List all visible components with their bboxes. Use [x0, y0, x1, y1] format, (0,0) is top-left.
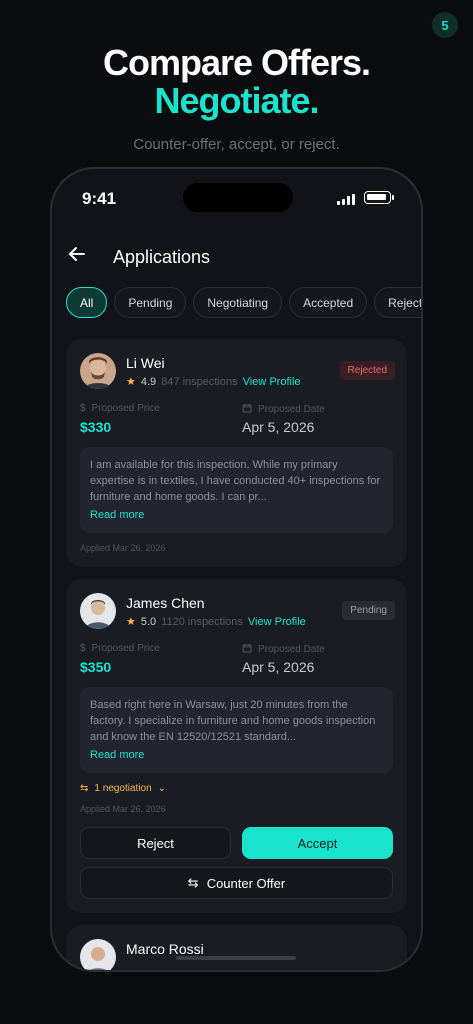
star-icon: ★	[126, 376, 136, 388]
price-label-text: Proposed Price	[91, 403, 160, 414]
applicant-meta: ★ 5.0 1120 inspections View Profile	[126, 615, 306, 629]
message-text: Based right here in Warsaw, just 20 minu…	[90, 699, 376, 743]
rating-value: 5.0	[140, 615, 157, 628]
view-profile-link[interactable]: View Profile	[248, 616, 306, 628]
filter-pending[interactable]: Pending	[114, 287, 187, 318]
reject-label: Reject	[137, 835, 174, 851]
hero-accent-title: Negotiate.	[154, 80, 319, 121]
status-badge: Pending	[342, 601, 395, 620]
filter-accepted[interactable]: Accepted	[289, 287, 368, 318]
application-card: Marco Rossi	[66, 925, 407, 970]
battery-icon	[364, 191, 394, 204]
step-badge: 5	[432, 12, 458, 38]
proposed-price: $350	[80, 659, 112, 675]
avatar[interactable]	[80, 593, 116, 629]
star-icon: ★	[126, 616, 136, 628]
filter-all[interactable]: All	[66, 287, 108, 318]
inspection-count: 1120 inspections	[161, 615, 243, 628]
filter-negotiating[interactable]: Negotiating	[193, 287, 283, 318]
calendar-icon	[242, 643, 252, 656]
message-text: I am available for this inspection. Whil…	[90, 459, 381, 503]
accept-label: Accept	[297, 835, 338, 851]
calendar-icon	[242, 403, 252, 416]
negotiation-toggle[interactable]: ⇆ 1 negotiation ⌄	[80, 783, 166, 794]
chevron-down-icon: ⌄	[157, 783, 167, 794]
read-more-link[interactable]: Read more	[90, 509, 383, 521]
hero-title: Compare Offers.	[102, 42, 371, 83]
price-label-text: Proposed Price	[91, 643, 160, 654]
avatar[interactable]	[80, 353, 116, 389]
inspection-count: 847 inspections	[161, 375, 238, 388]
proposed-price: $330	[80, 419, 112, 435]
date-label: Proposed Date	[242, 643, 325, 656]
dynamic-island	[183, 183, 293, 212]
applicant-meta: ★ 4.9 847 inspections View Profile	[126, 375, 301, 389]
swap-icon: ⇆	[187, 875, 199, 890]
filter-rejected[interactable]: Rejected	[374, 287, 421, 318]
counter-offer-label: Counter Offer	[206, 875, 286, 891]
date-label: Proposed Date	[242, 403, 325, 416]
applicant-name: James Chen	[126, 595, 205, 611]
read-more-link[interactable]: Read more	[90, 749, 383, 761]
date-label-text: Proposed Date	[258, 644, 325, 655]
filter-chips: All Pending Negotiating Accepted Rejecte…	[66, 287, 421, 318]
date-label-text: Proposed Date	[258, 404, 325, 415]
arrow-left-icon[interactable]	[66, 243, 88, 265]
applied-date: Applied Mar 26, 2026	[80, 804, 166, 814]
proposed-date: Apr 5, 2026	[242, 419, 315, 435]
avatar[interactable]	[80, 939, 116, 970]
application-message: Based right here in Warsaw, just 20 minu…	[80, 687, 393, 773]
application-message: I am available for this inspection. Whil…	[80, 447, 393, 533]
swap-icon: ⇆	[80, 783, 89, 794]
price-label: $ Proposed Price	[80, 643, 160, 654]
view-profile-link[interactable]: View Profile	[243, 376, 301, 388]
dollar-icon: $	[80, 403, 86, 414]
negotiation-count: 1 negotiation	[94, 783, 152, 794]
app-header: Applications	[52, 239, 421, 279]
application-card: James Chen ★ 5.0 1120 inspections View P…	[66, 579, 407, 913]
counter-offer-button[interactable]: ⇆ Counter Offer	[80, 867, 393, 899]
status-bar: 9:41	[52, 169, 421, 223]
applicant-name: Marco Rossi	[126, 941, 204, 957]
applicant-name: Li Wei	[126, 355, 165, 371]
hero-subtitle: Counter-offer, accept, or reject.	[133, 136, 340, 153]
page-title: Applications	[113, 247, 211, 267]
signal-icon	[337, 194, 355, 205]
phone-frame: 9:41 Applications All Pending Negotiatin…	[50, 167, 423, 972]
rating-value: 4.9	[140, 375, 157, 388]
reject-button[interactable]: Reject	[80, 827, 231, 859]
proposed-date: Apr 5, 2026	[242, 659, 315, 675]
hero: Compare Offers. Negotiate. Counter-offer…	[0, 42, 473, 154]
price-label: $ Proposed Price	[80, 403, 160, 414]
status-badge: Rejected	[339, 361, 395, 380]
home-indicator	[176, 956, 296, 960]
accept-button[interactable]: Accept	[242, 827, 393, 859]
dollar-icon: $	[80, 643, 86, 654]
applied-date: Applied Mar 26, 2026	[80, 543, 166, 553]
application-card: Li Wei ★ 4.9 847 inspections View Profil…	[66, 339, 407, 567]
status-time: 9:41	[82, 189, 117, 208]
